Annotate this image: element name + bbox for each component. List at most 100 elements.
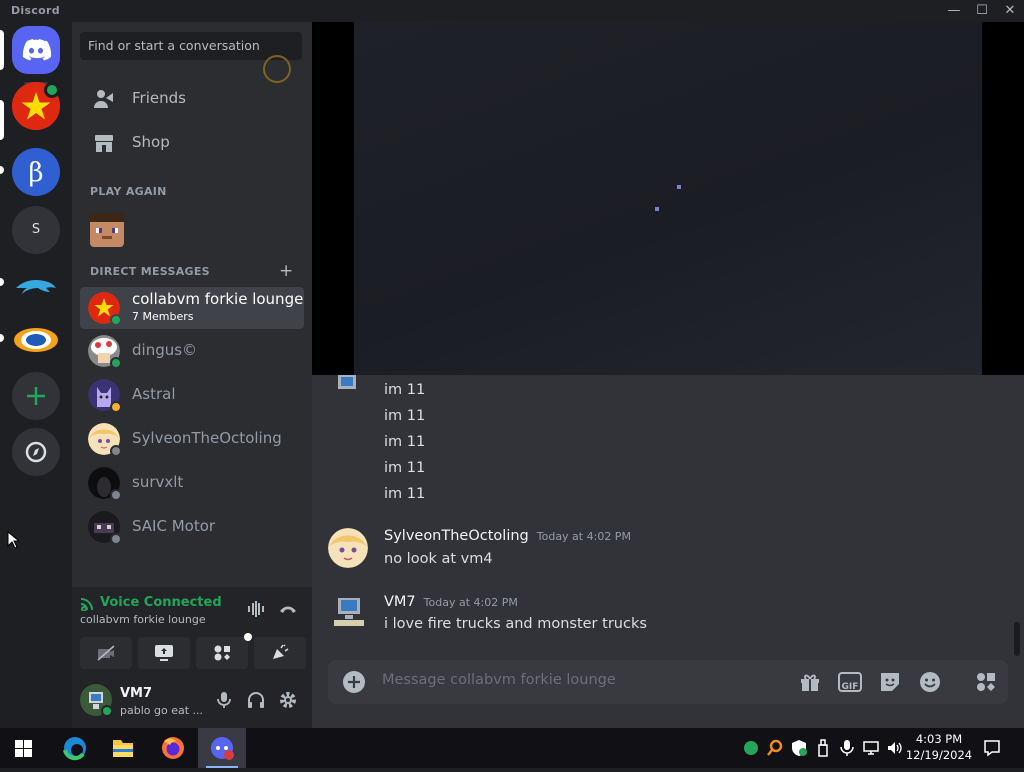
- unread-badge-icon: [44, 82, 60, 98]
- sticker-icon[interactable]: [878, 670, 902, 694]
- friends-icon: [94, 90, 113, 108]
- add-dm-button[interactable]: +: [279, 261, 293, 281]
- minimize-button[interactable]: —: [940, 0, 968, 22]
- message-composer[interactable]: Message collabvm forkie lounge GIF: [328, 660, 1008, 704]
- taskbar-clock[interactable]: 4:03 PM 12/19/2024: [904, 731, 974, 763]
- message-line: im 11: [384, 434, 426, 450]
- soundboard-button[interactable]: [254, 637, 306, 669]
- dm-item-sylveontheoctoling[interactable]: SylveonTheOctoling: [80, 418, 304, 460]
- dm-item-dingus[interactable]: dingus©: [80, 330, 304, 372]
- server-beta-icon[interactable]: β: [12, 148, 60, 196]
- newegg-logo-icon: [14, 328, 58, 352]
- beta-logo-icon: β: [12, 148, 60, 196]
- clock-time: 4:03 PM: [915, 732, 963, 746]
- usb-tray-icon[interactable]: [814, 739, 832, 757]
- gift-icon[interactable]: [798, 670, 822, 694]
- user-status-text: pablo go eat ...: [120, 704, 204, 717]
- network-tray-icon[interactable]: [862, 739, 880, 757]
- sylveon-avatar[interactable]: [328, 528, 368, 568]
- dm-name: dingus©: [132, 341, 198, 359]
- dm-name: SAIC Motor: [132, 517, 216, 535]
- server-dolphin-icon[interactable]: [12, 260, 60, 308]
- close-button[interactable]: ✕: [996, 0, 1024, 22]
- activity-notification-dot: [244, 633, 252, 641]
- nav-shop[interactable]: Shop: [80, 122, 304, 164]
- game-avatar[interactable]: [90, 213, 124, 247]
- microphone-icon[interactable]: [214, 690, 234, 710]
- message-text: no look at vm4: [384, 551, 493, 567]
- message-author[interactable]: VM7: [384, 594, 416, 610]
- activities-button[interactable]: [196, 633, 252, 669]
- volume-tray-icon[interactable]: [886, 739, 904, 757]
- add-server-button[interactable]: [12, 372, 60, 420]
- explore-servers-button[interactable]: [12, 428, 60, 476]
- dm-name: survxlt: [132, 473, 184, 491]
- online-status-icon: [110, 314, 122, 326]
- screen-share-stream[interactable]: [312, 22, 1024, 375]
- notification-center-icon[interactable]: [983, 739, 1001, 757]
- play-again-heading: PLAY AGAIN: [90, 185, 167, 198]
- add-attachment-icon[interactable]: [343, 671, 365, 693]
- chat-area: im 11 im 11 im 11 im 11 im 11 SylveonThe…: [312, 22, 1024, 728]
- search-tray-icon[interactable]: [766, 739, 784, 757]
- maximize-button[interactable]: ☐: [968, 0, 996, 22]
- offline-status-icon: [110, 489, 122, 501]
- stream-pixel-dot: [655, 207, 659, 211]
- screen-share-button[interactable]: [138, 637, 190, 669]
- firefox-icon[interactable]: [149, 728, 197, 768]
- disconnect-icon[interactable]: [278, 601, 298, 617]
- file-explorer-icon[interactable]: [99, 728, 147, 768]
- online-status-icon: [101, 705, 113, 717]
- server-newegg-icon[interactable]: [12, 316, 60, 364]
- window-titlebar: Discord — ☐ ✕: [0, 0, 1024, 22]
- soundboard-icon: [273, 644, 289, 659]
- microphone-tray-icon[interactable]: [838, 739, 856, 757]
- camera-off-icon: [97, 645, 115, 661]
- unread-indicator: [0, 166, 4, 174]
- shield-tray-icon[interactable]: [790, 739, 808, 757]
- message-input[interactable]: Message collabvm forkie lounge: [382, 672, 616, 688]
- direct-messages-heading: DIRECT MESSAGES: [90, 265, 210, 278]
- camera-off-button[interactable]: [80, 637, 132, 669]
- server-list: β S: [0, 22, 72, 728]
- chat-scrollbar[interactable]: [1014, 622, 1020, 656]
- message-author-row: SylveonTheOctoling Today at 4:02 PM: [384, 528, 631, 544]
- gear-icon[interactable]: [278, 690, 298, 710]
- server-s-icon[interactable]: S: [12, 206, 60, 254]
- offline-status-icon: [110, 445, 122, 457]
- message-line: im 11: [384, 486, 426, 502]
- idle-status-icon: [110, 401, 122, 413]
- gif-button[interactable]: GIF: [838, 672, 862, 692]
- mouse-cursor-icon: [7, 531, 19, 549]
- voice-panel: Voice Connected collabvm forkie lounge: [72, 587, 312, 674]
- voice-channel-name[interactable]: collabvm forkie lounge: [80, 613, 206, 626]
- message-author[interactable]: SylveonTheOctoling: [384, 528, 529, 544]
- online-status-icon: [110, 357, 122, 369]
- message-line: im 11: [384, 460, 426, 476]
- noise-suppression-icon[interactable]: [246, 599, 266, 619]
- apps-icon[interactable]: [974, 670, 998, 694]
- message-timestamp: Today at 4:02 PM: [536, 530, 631, 543]
- message-line: im 11: [384, 382, 426, 398]
- compass-icon: [25, 441, 47, 463]
- minecraft-face-icon: [90, 213, 124, 247]
- windows-taskbar: 4:03 PM 12/19/2024: [0, 728, 1024, 768]
- stream-video-frame: [354, 22, 982, 375]
- dm-item-saic-motor[interactable]: SAIC Motor: [80, 506, 304, 548]
- vm7-avatar[interactable]: [328, 594, 368, 634]
- emoji-icon[interactable]: [918, 670, 942, 694]
- activities-icon: [214, 645, 230, 661]
- offline-status-icon: [110, 533, 122, 545]
- headphones-icon[interactable]: [246, 690, 266, 710]
- dm-item-survxlt[interactable]: survxlt: [80, 462, 304, 504]
- status-dot-tray-icon[interactable]: [742, 739, 760, 757]
- screen-share-icon: [155, 645, 173, 661]
- dolphin-icon: [16, 280, 56, 294]
- windows-start-icon[interactable]: [15, 740, 32, 757]
- discord-taskbar-button[interactable]: [198, 728, 246, 768]
- dm-item-collabvm-forkie-lounge[interactable]: collabvm forkie lounge 7 Members: [80, 287, 304, 329]
- nav-friends[interactable]: Friends: [80, 78, 304, 120]
- home-button[interactable]: [12, 26, 60, 74]
- edge-browser-icon[interactable]: [51, 728, 99, 768]
- dm-item-astral[interactable]: Astral: [80, 374, 304, 416]
